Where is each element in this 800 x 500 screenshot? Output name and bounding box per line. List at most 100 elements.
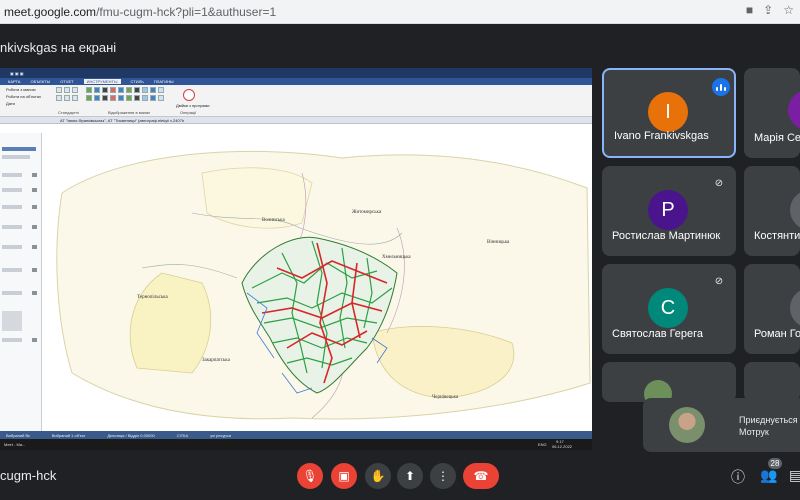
shared-screen: ▣ ▣ ▣ КАРТА ОБЪЕКТЫ ОТЧЕТ ИНСТРУМЕНТЫ СТ… <box>0 68 592 450</box>
tool-button[interactable] <box>110 87 116 93</box>
tool-button[interactable] <box>86 95 92 101</box>
mic-off-icon: ⊘ <box>710 272 728 290</box>
participant-tile[interactable]: Марія Серо <box>744 68 800 158</box>
join-notification[interactable]: Приєднується Мотрук <box>643 398 800 452</box>
tool-button[interactable] <box>150 87 156 93</box>
tool-button[interactable] <box>134 87 140 93</box>
bookmark-star-icon[interactable]: ☆ <box>783 3 794 17</box>
ribbon-group-label: Операції <box>180 110 197 115</box>
participant-tile[interactable] <box>744 362 800 402</box>
participant-tile[interactable]: C ⊘ Святослав Герега <box>602 264 736 354</box>
tool-button[interactable] <box>158 87 164 93</box>
leave-call-button[interactable]: ☎ <box>463 463 499 489</box>
layer-row[interactable] <box>2 338 22 342</box>
ribbon-tab[interactable]: ОБЪЕКТЫ <box>30 79 50 84</box>
mic-off-icon: 🎙 <box>302 469 318 483</box>
participant-tile[interactable]: P ⊘ Ростислав Мартинюк <box>602 166 736 256</box>
ribbon-menu[interactable]: Робота на об'єктах <box>6 94 41 99</box>
tool-button[interactable] <box>134 95 140 101</box>
share-icon[interactable]: ⇪ <box>763 3 773 17</box>
document-tab[interactable]: АТ "Івано-Франківськгаз", АТ "Тисмениця"… <box>0 117 592 124</box>
tool-button[interactable] <box>118 87 124 93</box>
info-icon[interactable]: ⓘ <box>731 467 745 487</box>
tool-button[interactable] <box>94 95 100 101</box>
layer-toggle-icon[interactable] <box>32 225 37 229</box>
tool-button[interactable] <box>72 95 78 101</box>
url-host: meet.google.com <box>4 5 97 19</box>
tool-button[interactable] <box>150 95 156 101</box>
map-label: Волинська <box>262 218 285 223</box>
participant-tile[interactable]: I Ivano Frankivskgas <box>602 68 736 158</box>
layer-toggle-icon[interactable] <box>32 291 37 295</box>
layer-toggle-icon[interactable] <box>32 173 37 177</box>
tool-button[interactable] <box>72 87 78 93</box>
gis-map[interactable]: Волинська Житомирська Хмельницька Вінниц… <box>42 133 592 431</box>
layer-row[interactable] <box>2 147 36 151</box>
tool-button[interactable] <box>64 95 70 101</box>
raise-hand-button[interactable]: ✋ <box>365 463 391 489</box>
tool-button[interactable] <box>158 95 164 101</box>
participant-avatar <box>790 190 800 230</box>
layer-toggle-icon[interactable] <box>32 205 37 209</box>
layer-row[interactable] <box>2 245 22 249</box>
app-title-text: ▣ ▣ ▣ <box>10 70 24 76</box>
camera-toggle-button[interactable]: ▣ <box>331 463 357 489</box>
participant-avatar: C <box>648 288 688 328</box>
tool-button[interactable] <box>102 87 108 93</box>
layer-toggle-icon[interactable] <box>32 245 37 249</box>
participant-tile[interactable]: Роман Горн <box>744 264 800 354</box>
ribbon-menu[interactable]: Роботи з мапою <box>6 87 36 92</box>
ribbon-tab[interactable]: КАРТА <box>8 79 20 84</box>
people-icon[interactable]: 👥 <box>760 467 777 484</box>
plan-button-icon[interactable] <box>183 89 195 101</box>
ribbon-tab[interactable]: СТИЛЬ <box>131 79 144 84</box>
presentation-title: nkivskgas на екрані <box>0 40 117 55</box>
present-button[interactable]: ⬆ <box>397 463 423 489</box>
taskbar-lang: ENG <box>538 442 547 447</box>
tool-button[interactable] <box>64 87 70 93</box>
layer-row[interactable] <box>2 205 22 209</box>
tool-button[interactable] <box>118 95 124 101</box>
layer-row[interactable] <box>2 173 22 177</box>
layer-row[interactable] <box>2 268 22 272</box>
participant-tile[interactable]: Костянтин <box>744 166 800 256</box>
tool-button[interactable] <box>142 87 148 93</box>
layers-panel <box>0 133 42 431</box>
url-text[interactable]: meet.google.com/fmu-cugm-hck?pli=1&authu… <box>4 5 276 19</box>
chat-icon[interactable]: ▤ <box>789 467 800 484</box>
status-item: СІТКА <box>176 432 189 438</box>
tool-button[interactable] <box>110 95 116 101</box>
layer-row[interactable] <box>2 188 22 192</box>
tool-button[interactable] <box>142 95 148 101</box>
map-label: Закарпатська <box>202 358 231 363</box>
ribbon-tab[interactable]: ОТЧЕТ <box>60 79 73 84</box>
joining-user-avatar <box>669 407 705 443</box>
tool-button[interactable] <box>94 87 100 93</box>
layer-toggle-icon[interactable] <box>32 338 37 342</box>
layer-row[interactable] <box>2 225 22 229</box>
ribbon-menu[interactable]: Дати <box>6 101 15 106</box>
camera-off-icon: ▣ <box>338 469 350 483</box>
tool-button[interactable] <box>56 95 62 101</box>
ribbon-tab[interactable]: ПЛАГИНЫ <box>154 79 174 84</box>
layer-toggle-icon[interactable] <box>32 188 37 192</box>
ribbon-tab-active[interactable]: ИНСТРУМЕНТЫ <box>83 79 121 84</box>
tool-button[interactable] <box>56 87 62 93</box>
camera-icon[interactable]: ■ <box>746 3 753 17</box>
more-options-button[interactable]: ⋮ <box>430 463 456 489</box>
tool-button[interactable] <box>126 95 132 101</box>
participant-avatar: I <box>648 92 688 132</box>
taskbar-window[interactable]: Meet - Ма... <box>4 442 25 447</box>
participant-tile[interactable] <box>602 362 736 402</box>
people-count-badge: 28 <box>768 458 782 469</box>
layer-row[interactable] <box>2 155 30 159</box>
tool-button[interactable] <box>102 95 108 101</box>
participant-avatar: P <box>648 190 688 230</box>
tool-button[interactable] <box>126 87 132 93</box>
tool-button[interactable] <box>86 87 92 93</box>
layer-row[interactable] <box>2 291 22 295</box>
layer-toggle-icon[interactable] <box>32 268 37 272</box>
browser-address-bar[interactable]: meet.google.com/fmu-cugm-hck?pli=1&authu… <box>0 0 800 24</box>
map-label: Житомирська <box>352 210 382 215</box>
mic-toggle-button[interactable]: 🎙 <box>297 463 323 489</box>
